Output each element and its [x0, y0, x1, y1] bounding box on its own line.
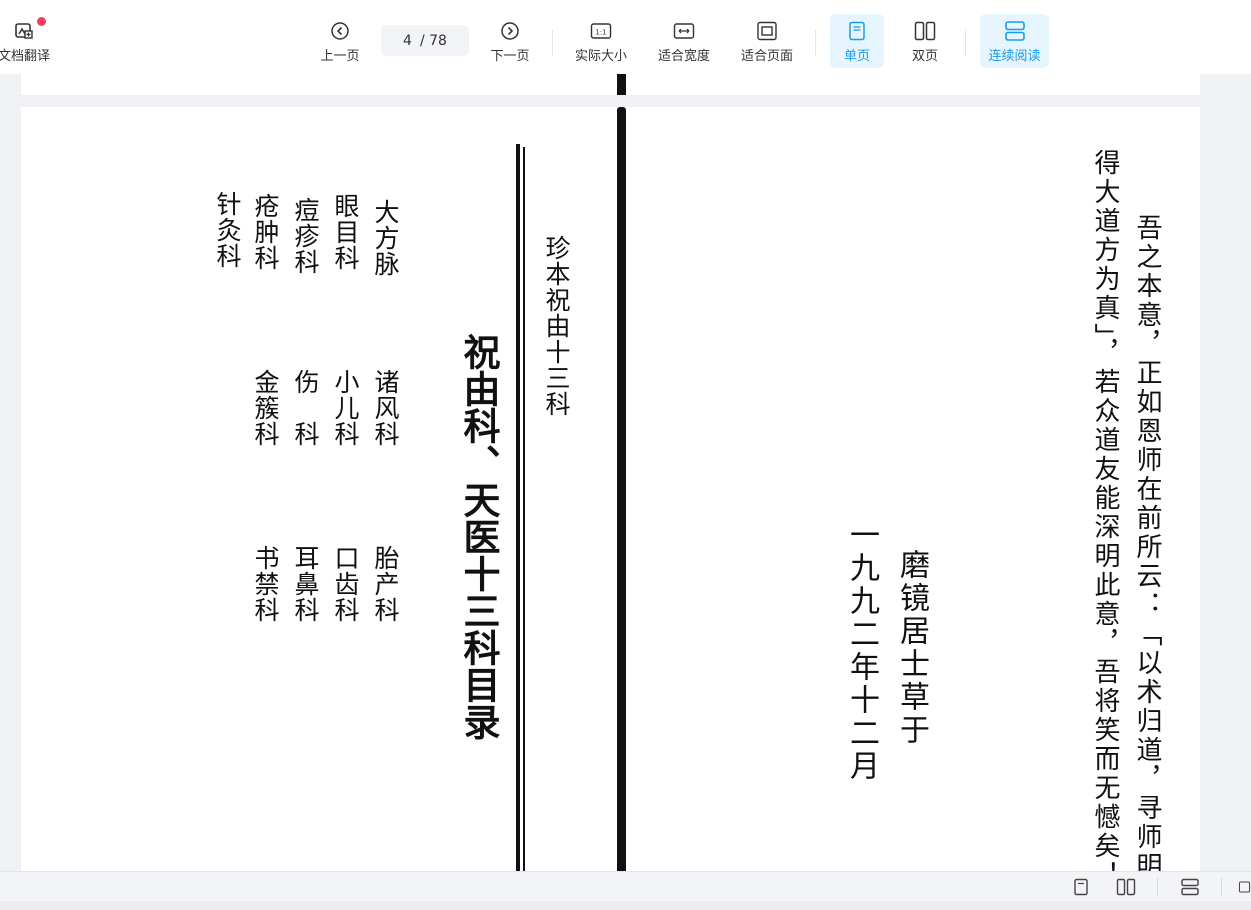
actual-size-icon: 1:1: [590, 20, 612, 42]
page-current: 4: [403, 32, 412, 49]
continuous-view-icon[interactable]: [1180, 877, 1200, 897]
actual-size-label: 实际大小: [574, 49, 627, 64]
next-page-button[interactable]: 下一页: [484, 14, 536, 68]
notification-dot: [37, 17, 46, 26]
double-page-button[interactable]: 双页: [898, 14, 952, 68]
binding-shadow: [617, 107, 626, 871]
toc-item: 金簇科: [251, 369, 280, 447]
prev-page-button[interactable]: 上一页: [314, 14, 366, 68]
document-viewer[interactable]: 珍本祝由十三科 祝由科、天医十三科目录 大方脉 诸风科 胎产科 眼目科 小儿科 …: [0, 74, 1251, 871]
single-page-view-icon[interactable]: [1071, 877, 1091, 897]
continuous-reading-button[interactable]: 连续阅读: [980, 14, 1049, 68]
toc-item: 胎产科: [371, 545, 400, 623]
prev-page-label: 上一页: [320, 49, 360, 64]
continuous-reading-icon: [1004, 20, 1026, 42]
translate-icon: [14, 20, 34, 42]
doc-translate-label: 文档翻译: [0, 49, 50, 64]
fit-width-label: 适合宽度: [657, 49, 710, 64]
fit-width-icon: [673, 20, 695, 42]
toolbar-divider: [965, 30, 966, 56]
double-page-icon: [914, 20, 936, 42]
page-total: / 78: [419, 32, 447, 49]
single-page-label: 单页: [843, 49, 870, 64]
single-page-button[interactable]: 单页: [830, 14, 884, 68]
preface-text-line: 得大道方为真」，若众道友能深明此意，吾将笑而无憾矣！: [1090, 149, 1120, 871]
toolbar-divider: [815, 30, 816, 56]
toolbar: 文档翻译 上一页 4 / 78 下一页 1:1 实际大小 适合宽度 适合页面 单…: [0, 0, 1251, 74]
chevron-left-circle-icon: [330, 20, 350, 42]
status-divider: [1157, 878, 1158, 896]
toc-item: 小儿科: [331, 369, 360, 447]
toc-item: 针灸科: [213, 191, 242, 269]
actual-size-button[interactable]: 1:1 实际大小: [566, 14, 636, 68]
single-page-icon: [848, 20, 866, 42]
next-page-label: 下一页: [490, 49, 530, 64]
fit-width-button[interactable]: 适合宽度: [650, 14, 718, 68]
fit-page-icon: [756, 20, 778, 42]
double-page-label: 双页: [911, 49, 938, 64]
status-divider: [1221, 878, 1222, 896]
toc-item: 耳鼻科: [291, 545, 320, 623]
fit-page-label: 适合页面: [740, 49, 793, 64]
toc-item: 疮肿科: [251, 193, 280, 271]
toc-item: 书禁科: [251, 545, 280, 623]
toc-item: 大方脉: [371, 199, 400, 277]
toc-item: 诸风科: [371, 369, 400, 447]
continuous-reading-label: 连续阅读: [988, 49, 1041, 64]
fullscreen-icon[interactable]: [1238, 877, 1251, 897]
window-bottom-edge: [0, 901, 1251, 910]
toc-main-title: 祝由科、天医十三科目录: [457, 333, 500, 740]
spine-line-thick: [516, 144, 520, 871]
fit-page-button[interactable]: 适合页面: [733, 14, 801, 68]
actual-size-glyph: 1:1: [595, 29, 606, 37]
preface-date: 一九九二年十二月: [844, 519, 879, 783]
toc-item: 痘疹科: [291, 197, 320, 275]
binding-shadow: [617, 74, 626, 95]
preface-text-line: 吾之本意，正如恩师在前所云：「以术归道，寻师明窍: [1132, 214, 1162, 871]
double-page-view-icon[interactable]: [1116, 877, 1136, 897]
toc-item: 口齿科: [331, 545, 360, 623]
previous-page-edge: [21, 74, 1200, 95]
toc-item: 眼目科: [331, 193, 360, 271]
spine-title: 珍本祝由十三科: [542, 235, 571, 417]
toc-item: 伤 科: [291, 369, 320, 447]
status-bar: [0, 871, 1251, 901]
page-number-input[interactable]: 4 / 78: [381, 25, 469, 56]
spine-line-thin: [523, 147, 525, 871]
toolbar-divider: [552, 30, 553, 56]
document-page: 珍本祝由十三科 祝由科、天医十三科目录 大方脉 诸风科 胎产科 眼目科 小儿科 …: [21, 107, 1200, 871]
author-signature: 磨镜居士草于: [894, 549, 929, 747]
chevron-right-circle-icon: [500, 20, 520, 42]
